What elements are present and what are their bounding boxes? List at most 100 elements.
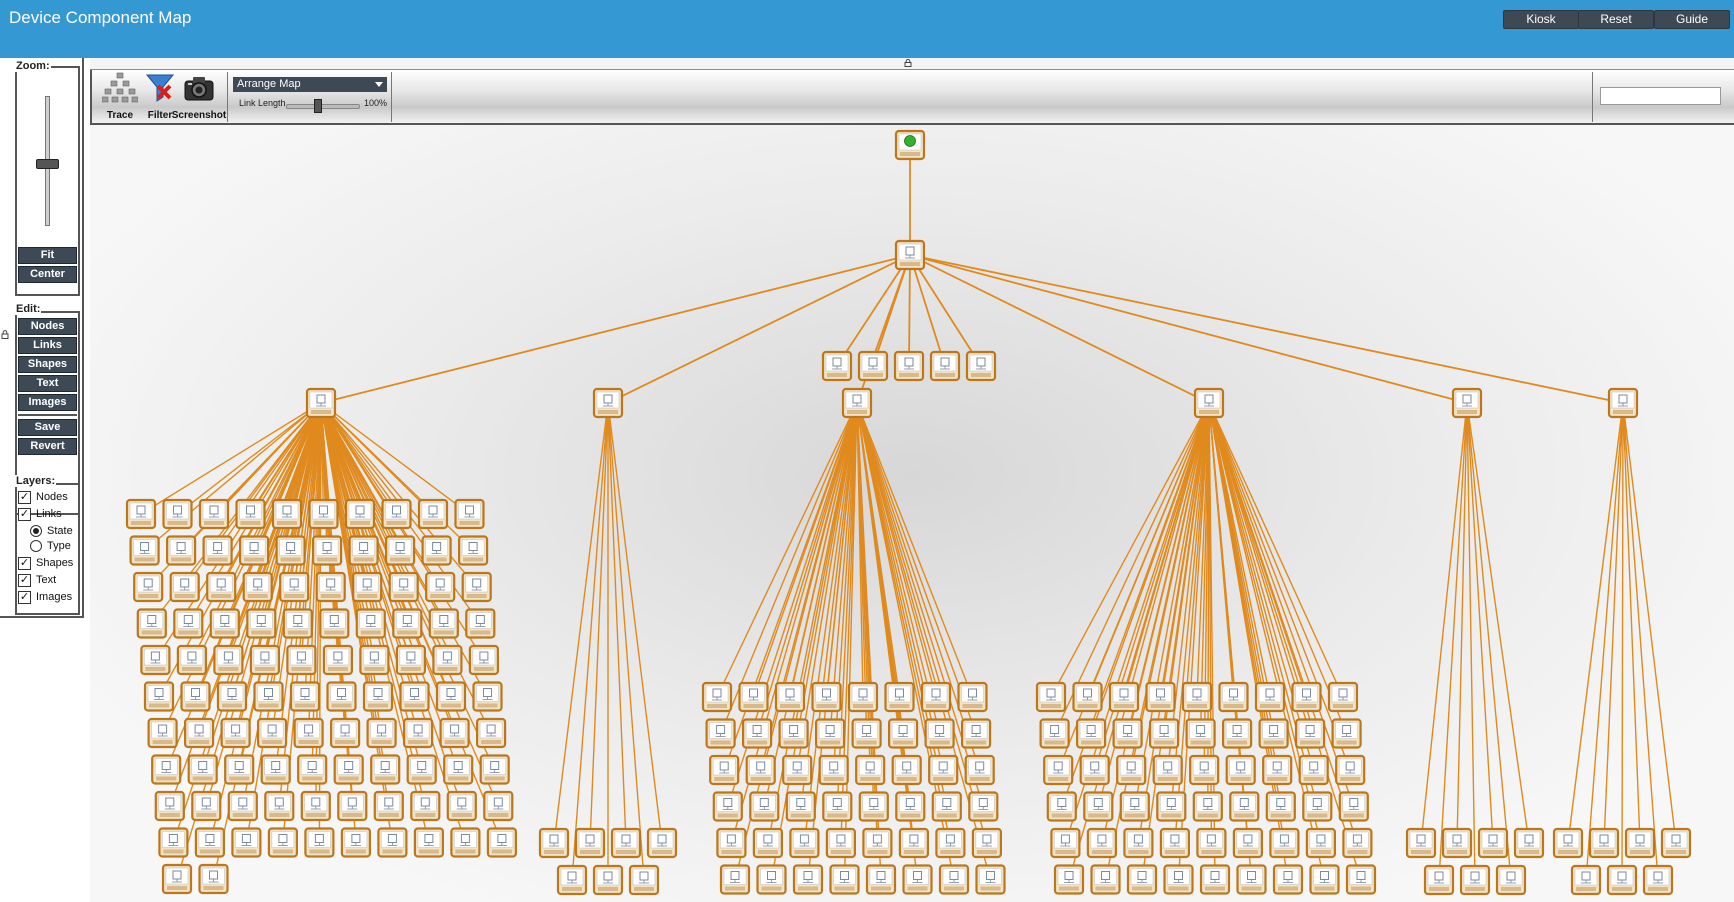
- child-device-node[interactable]: [446, 790, 477, 822]
- child-device-node[interactable]: [818, 754, 849, 786]
- child-device-node[interactable]: [454, 498, 485, 530]
- child-device-node[interactable]: [231, 827, 262, 858]
- child-device-node[interactable]: [701, 681, 733, 713]
- child-device-node[interactable]: [628, 864, 660, 896]
- child-device-node[interactable]: [183, 717, 215, 749]
- child-device-node[interactable]: [271, 498, 303, 530]
- arrange-map-select[interactable]: Arrange Map: [233, 77, 387, 92]
- child-device-node[interactable]: [1192, 791, 1223, 822]
- child-device-node[interactable]: [275, 535, 306, 566]
- child-device-node[interactable]: [344, 498, 376, 530]
- child-device-node[interactable]: [257, 717, 288, 749]
- child-device-node[interactable]: [782, 754, 813, 786]
- child-device-node[interactable]: [293, 717, 324, 749]
- link-line[interactable]: [607, 402, 645, 881]
- hub-child-node[interactable]: [857, 350, 889, 382]
- child-device-node[interactable]: [1218, 681, 1249, 713]
- child-device-node[interactable]: [1039, 718, 1070, 749]
- link-line[interactable]: [836, 254, 911, 367]
- branch-f-node[interactable]: [1607, 387, 1639, 419]
- branch-c-node[interactable]: [841, 387, 873, 419]
- link-line[interactable]: [856, 402, 974, 698]
- child-device-node[interactable]: [1272, 864, 1304, 895]
- child-device-node[interactable]: [825, 827, 857, 859]
- link-line[interactable]: [1466, 402, 1530, 844]
- child-device-node[interactable]: [1053, 864, 1085, 895]
- child-device-node[interactable]: [1156, 791, 1187, 822]
- child-device-node[interactable]: [1459, 864, 1491, 896]
- text-checkbox[interactable]: ✓: [18, 573, 31, 587]
- branch-a-node[interactable]: [305, 387, 337, 419]
- child-device-node[interactable]: [1046, 791, 1077, 822]
- child-device-node[interactable]: [486, 827, 517, 858]
- child-device-node[interactable]: [887, 718, 919, 749]
- child-device-node[interactable]: [395, 644, 426, 676]
- zoom-slider-thumb[interactable]: [36, 159, 59, 169]
- child-device-node[interactable]: [187, 754, 218, 785]
- link-line[interactable]: [856, 402, 981, 771]
- child-device-node[interactable]: [1269, 827, 1300, 859]
- child-device-node[interactable]: [235, 498, 266, 530]
- child-device-node[interactable]: [1086, 827, 1118, 859]
- child-device-node[interactable]: [191, 790, 222, 822]
- map-search-input[interactable]: [1600, 87, 1721, 105]
- child-device-node[interactable]: [216, 681, 248, 712]
- child-device-node[interactable]: [935, 827, 966, 859]
- child-device-node[interactable]: [1181, 681, 1213, 713]
- child-device-node[interactable]: [1305, 827, 1337, 859]
- child-device-node[interactable]: [865, 864, 897, 895]
- child-device-node[interactable]: [239, 535, 270, 566]
- child-device-node[interactable]: [1552, 827, 1584, 859]
- child-device-node[interactable]: [814, 718, 846, 749]
- child-device-node[interactable]: [610, 827, 642, 859]
- child-device-node[interactable]: [975, 864, 1006, 895]
- child-device-node[interactable]: [410, 790, 441, 822]
- branch-e-node[interactable]: [1451, 387, 1483, 419]
- child-device-node[interactable]: [1302, 791, 1333, 822]
- child-device-node[interactable]: [1291, 681, 1322, 713]
- child-device-node[interactable]: [1199, 864, 1231, 895]
- child-device-node[interactable]: [355, 608, 386, 639]
- layer-images-toggle[interactable]: ✓ Images: [18, 589, 72, 605]
- child-device-node[interactable]: [282, 608, 313, 639]
- child-device-node[interactable]: [246, 608, 277, 639]
- fit-button[interactable]: Fit: [18, 247, 77, 264]
- link-line[interactable]: [607, 402, 627, 844]
- child-device-node[interactable]: [370, 754, 401, 785]
- child-device-node[interactable]: [458, 535, 489, 566]
- edit-text-button[interactable]: Text: [18, 375, 77, 392]
- child-device-node[interactable]: [1083, 791, 1114, 822]
- child-device-node[interactable]: [413, 827, 444, 858]
- child-device-node[interactable]: [1148, 718, 1180, 749]
- child-device-node[interactable]: [198, 498, 230, 530]
- child-device-node[interactable]: [319, 608, 350, 639]
- child-device-node[interactable]: [1423, 864, 1455, 896]
- child-device-node[interactable]: [425, 571, 456, 603]
- child-device-node[interactable]: [971, 827, 1003, 859]
- link-line[interactable]: [909, 254, 1624, 404]
- child-device-node[interactable]: [403, 717, 434, 749]
- child-device-node[interactable]: [1254, 681, 1286, 713]
- child-device-node[interactable]: [312, 535, 343, 566]
- child-device-node[interactable]: [829, 864, 860, 895]
- child-device-node[interactable]: [1035, 681, 1067, 713]
- child-device-node[interactable]: [964, 754, 995, 786]
- child-device-node[interactable]: [381, 498, 412, 530]
- link-length-slider-thumb[interactable]: [314, 99, 322, 113]
- child-device-node[interactable]: [884, 681, 915, 713]
- child-device-node[interactable]: [1232, 827, 1264, 859]
- revert-button[interactable]: Revert: [18, 438, 77, 455]
- lock-icon[interactable]: [904, 59, 912, 67]
- child-device-node[interactable]: [1345, 864, 1377, 895]
- child-device-node[interactable]: [417, 498, 449, 530]
- child-device-node[interactable]: [1265, 791, 1296, 822]
- child-device-node[interactable]: [326, 681, 357, 712]
- link-line[interactable]: [872, 254, 911, 367]
- child-device-node[interactable]: [938, 864, 970, 895]
- link-mode-type[interactable]: Type: [30, 538, 71, 554]
- child-device-node[interactable]: [716, 827, 747, 859]
- link-line[interactable]: [1585, 402, 1624, 881]
- child-device-node[interactable]: [279, 571, 310, 603]
- child-device-node[interactable]: [778, 718, 809, 749]
- child-device-node[interactable]: [297, 754, 328, 785]
